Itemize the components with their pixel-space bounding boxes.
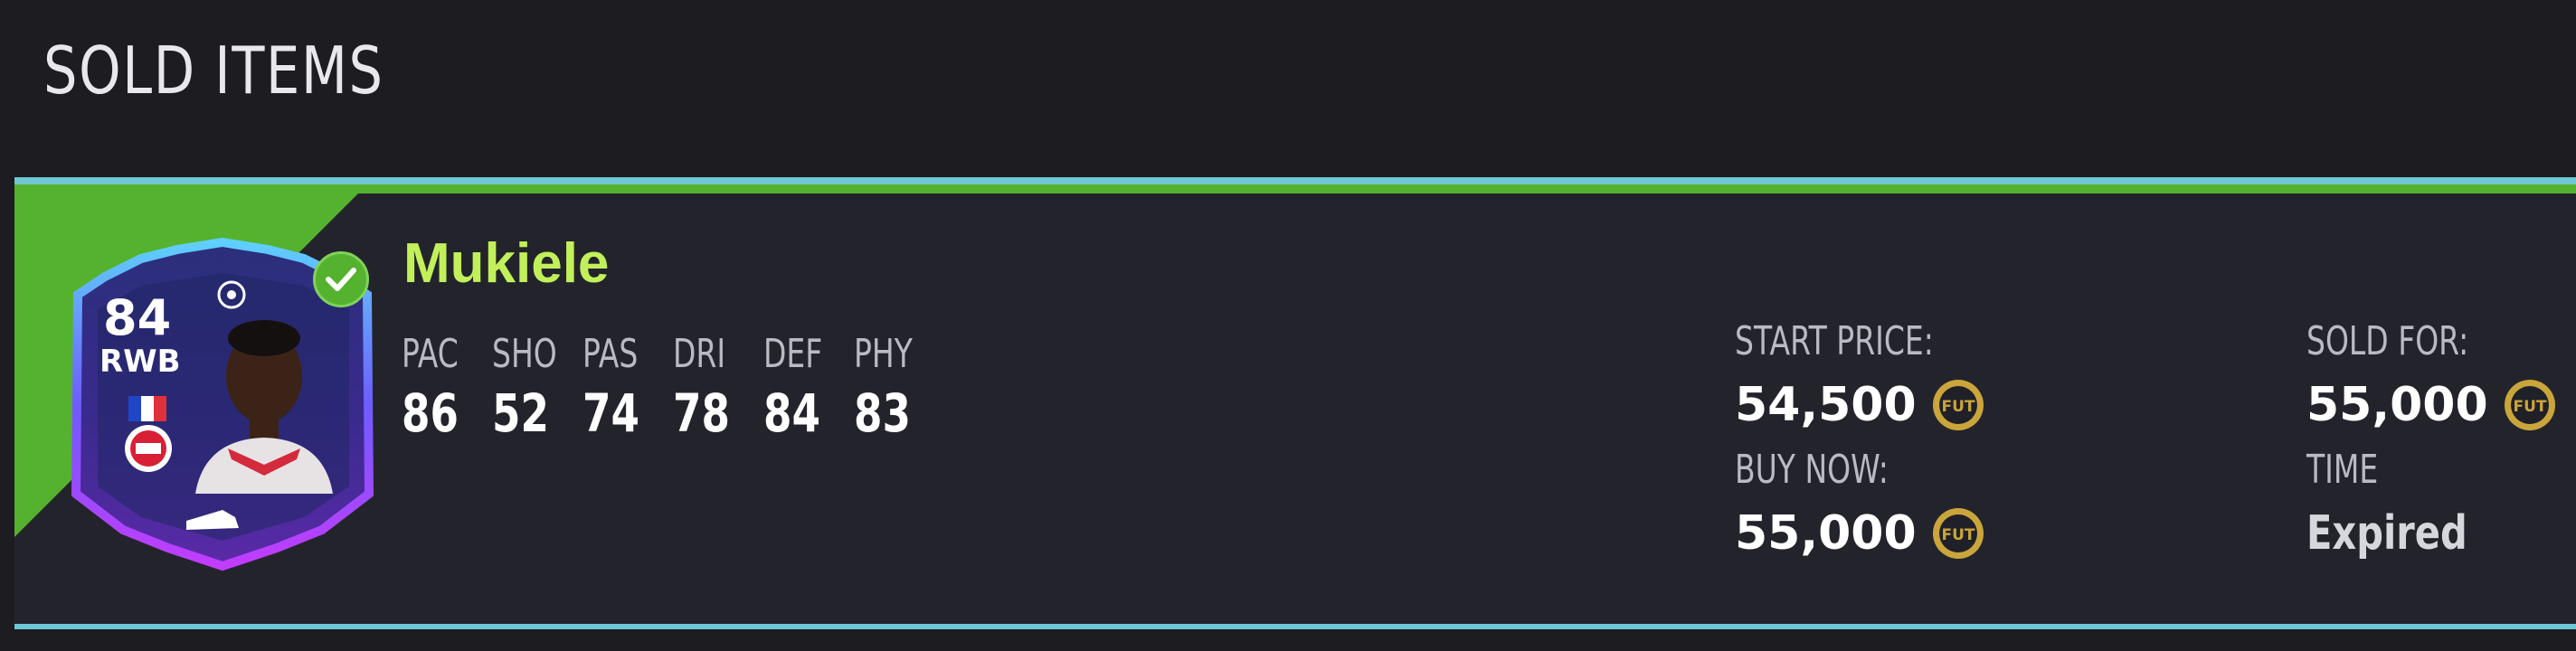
player-card[interactable]: 84 RWB bbox=[51, 222, 394, 584]
stat-value: 86 bbox=[402, 382, 459, 444]
fut-coin-icon: FUT bbox=[1932, 380, 1984, 430]
stat-pas: PAS 74 bbox=[582, 329, 673, 447]
time-label: TIME bbox=[2306, 447, 2379, 493]
stat-sho: SHO 52 bbox=[492, 329, 582, 447]
start-price-amount: 54,500 bbox=[1735, 378, 1917, 432]
sold-for-label: SOLD FOR: bbox=[2306, 318, 2469, 364]
player-stats: PAC 86 SHO 52 PAS 74 DRI 78 DEF 84 PHY 8… bbox=[402, 329, 944, 447]
buy-now-value: 55,000 FUT bbox=[1735, 506, 1985, 561]
time-value: Expired bbox=[2306, 506, 2467, 561]
stat-phy: PHY 83 bbox=[854, 329, 944, 447]
stat-pac: PAC 86 bbox=[402, 329, 492, 447]
card-position: RWB bbox=[99, 344, 181, 380]
sold-items-page: SOLD ITEMS 84 RWB Mukiele PAC 86 SHO 52 … bbox=[0, 0, 2576, 651]
sold-status-bar bbox=[14, 184, 2576, 193]
page-title: SOLD ITEMS bbox=[43, 33, 384, 108]
card-rating: 84 bbox=[103, 289, 172, 346]
sold-item-row[interactable]: 84 RWB Mukiele PAC 86 SHO 52 PAS 74 DRI … bbox=[14, 177, 2576, 629]
coin-text: FUT bbox=[2513, 398, 2546, 416]
fut-coin-icon: FUT bbox=[2504, 380, 2555, 430]
stat-label: SHO bbox=[492, 331, 557, 377]
row-bottom-divider bbox=[14, 624, 2576, 629]
stat-value: 83 bbox=[854, 382, 911, 444]
sold-for-value: 55,000 FUT bbox=[2306, 378, 2557, 432]
fut-coin-icon: FUT bbox=[1932, 508, 1984, 559]
rb-leipzig-badge-icon bbox=[125, 425, 172, 472]
check-icon bbox=[313, 251, 369, 307]
buy-now-amount: 55,000 bbox=[1735, 506, 1917, 561]
stat-def: DEF 84 bbox=[763, 329, 854, 447]
stat-label: PAS bbox=[582, 331, 639, 377]
stat-label: DEF bbox=[763, 331, 823, 377]
coin-text: FUT bbox=[1941, 398, 1975, 416]
row-top-divider bbox=[14, 177, 2576, 184]
stat-label: DRI bbox=[673, 331, 726, 377]
coin-text: FUT bbox=[1941, 526, 1975, 544]
start-price-label: START PRICE: bbox=[1735, 318, 1934, 364]
start-price-value: 54,500 FUT bbox=[1735, 378, 1985, 432]
stat-value: 78 bbox=[673, 382, 730, 444]
buy-now-label: BUY NOW: bbox=[1735, 447, 1889, 493]
stat-value: 52 bbox=[492, 382, 549, 444]
stat-label: PAC bbox=[402, 331, 459, 377]
player-name: Mukiele bbox=[403, 232, 610, 295]
stat-value: 84 bbox=[763, 382, 820, 444]
stat-value: 74 bbox=[582, 382, 639, 444]
stat-label: PHY bbox=[854, 331, 913, 377]
sold-for-amount: 55,000 bbox=[2306, 378, 2488, 432]
france-flag-icon bbox=[128, 396, 166, 421]
stat-dri: DRI 78 bbox=[673, 329, 763, 447]
